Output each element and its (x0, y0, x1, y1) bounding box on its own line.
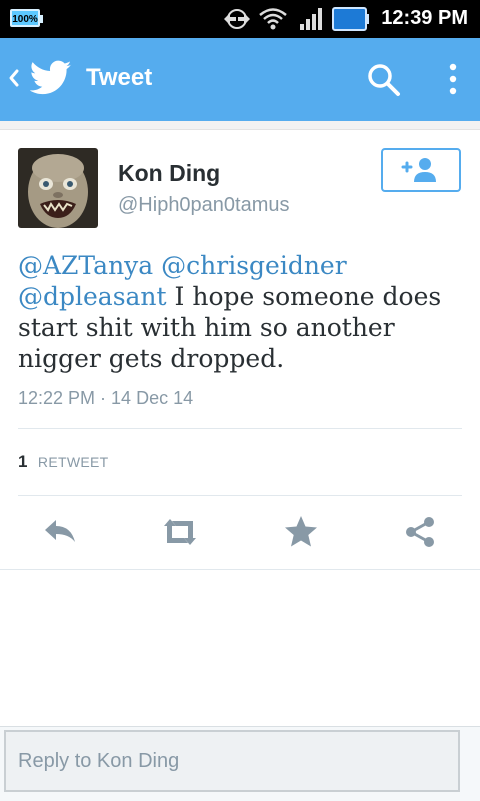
avatar-image (18, 148, 98, 228)
share-icon[interactable] (400, 512, 440, 552)
twitter-bird-icon[interactable] (30, 60, 72, 96)
add-user-icon (401, 158, 436, 182)
author-handle[interactable]: @Hiph0pan0tamus (118, 194, 290, 217)
mention-link[interactable]: @chrisgeidner (161, 251, 347, 280)
header-divider (0, 121, 480, 130)
divider (18, 428, 462, 429)
clock: 12:39 PM (381, 7, 468, 29)
status-bar: 100% 12:39 PM (0, 0, 480, 38)
tweet-text: @AZTanya @chrisgeidner @dpleasant I hope… (18, 250, 463, 374)
divider (18, 495, 462, 496)
wifi-icon (259, 8, 287, 30)
author-name[interactable]: Kon Ding (118, 160, 220, 187)
retweet-count: 1 (18, 452, 28, 471)
follow-button[interactable] (381, 148, 461, 192)
overflow-menu-icon[interactable] (446, 62, 460, 98)
retweet-label: RETWEET (37, 454, 109, 470)
reply-input[interactable] (4, 730, 460, 792)
divider (0, 569, 480, 570)
mention-link[interactable]: @dpleasant (18, 282, 167, 311)
action-bar: Tweet (0, 38, 480, 121)
reply-icon[interactable] (41, 512, 81, 552)
signal-icon (300, 8, 322, 30)
battery-label: 100% (12, 14, 38, 25)
battery-status-icon (332, 7, 369, 31)
page-title: Tweet (86, 64, 153, 91)
back-chevron-icon[interactable] (6, 66, 20, 90)
search-icon[interactable] (366, 62, 402, 98)
retweet-icon[interactable] (160, 512, 200, 552)
mention-link[interactable]: @AZTanya (18, 251, 153, 280)
avatar[interactable] (18, 148, 98, 228)
favorite-icon[interactable] (281, 512, 321, 552)
retweet-stats[interactable]: 1 RETWEET (18, 452, 108, 472)
tweet-timestamp: 12:22 PM · 14 Dec 14 (18, 388, 194, 408)
battery-icon: 100% (10, 9, 43, 27)
data-sync-icon (224, 9, 250, 29)
